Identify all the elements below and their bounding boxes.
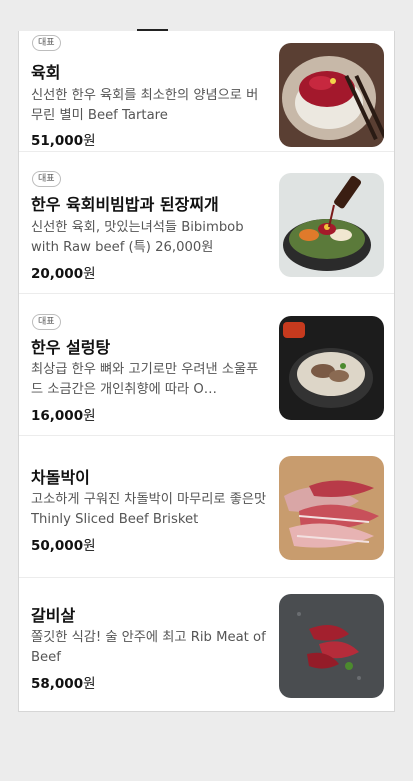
rib-meat-photo[interactable] [279,594,384,698]
menu-list: 대표 육회 신선한 한우 육회를 최소한의 양념으로 버무린 별미 Beef T… [18,31,395,712]
beef-brisket-photo[interactable] [279,456,384,560]
menu-item-price: 50,000원 [31,538,96,554]
menu-item-price: 16,000원 [31,408,96,424]
menu-item-seolleongtang[interactable]: 대표 한우 설렁탕 최상급 한우 뼈와 고기로만 우려낸 소울푸드 소금간은 개… [19,296,394,436]
menu-item-description: 쫄깃한 식감! 술 안주에 최고 Rib Meat of Beef [31,630,266,665]
signature-badge: 대표 [32,35,61,51]
menu-item-description: 신선한 한우 육회를 최소한의 양념으로 버무린 별미 Beef Tartare [31,88,259,123]
menu-item-name: 차돌박이 [31,468,90,487]
menu-item-name: 한우 육회비빔밥과 된장찌개 [31,195,219,214]
menu-item-bibimbap[interactable]: 대표 한우 육회비빔밥과 된장찌개 신선한 육회, 맛있는녀석들 Bibimbo… [19,154,394,294]
menu-item-name: 한우 설렁탕 [31,338,111,357]
menu-item-chadolbagi[interactable]: 차돌박이 고소하게 구워진 차돌박이 마무리로 좋은맛 Thinly Slice… [19,438,394,578]
menu-item-description: 고소하게 구워진 차돌박이 마무리로 좋은맛 Thinly Sliced Bee… [31,492,267,527]
menu-item-description: 신선한 육회, 맛있는녀석들 Bibimbob with Raw beef (특… [31,220,244,255]
menu-item-price: 58,000원 [31,676,96,692]
signature-badge: 대표 [32,171,61,187]
menu-item-yukhoe[interactable]: 대표 육회 신선한 한우 육회를 최소한의 양념으로 버무린 별미 Beef T… [19,31,394,152]
menu-item-galbisal[interactable]: 갈비살 쫄깃한 식감! 술 안주에 최고 Rib Meat of Beef 58… [19,576,394,711]
menu-item-price: 20,000원 [31,266,96,282]
bibimbap-photo[interactable] [279,173,384,277]
menu-item-name: 육회 [31,63,61,82]
menu-item-description: 최상급 한우 뼈와 고기로만 우려낸 소울푸드 소금간은 개인취향에 따라 O… [31,362,259,397]
menu-item-price: 51,000원 [31,133,96,149]
seolleongtang-photo[interactable] [279,316,384,420]
signature-badge: 대표 [32,314,61,330]
beef-tartare-photo[interactable] [279,43,384,147]
menu-item-name: 갈비살 [31,606,76,625]
